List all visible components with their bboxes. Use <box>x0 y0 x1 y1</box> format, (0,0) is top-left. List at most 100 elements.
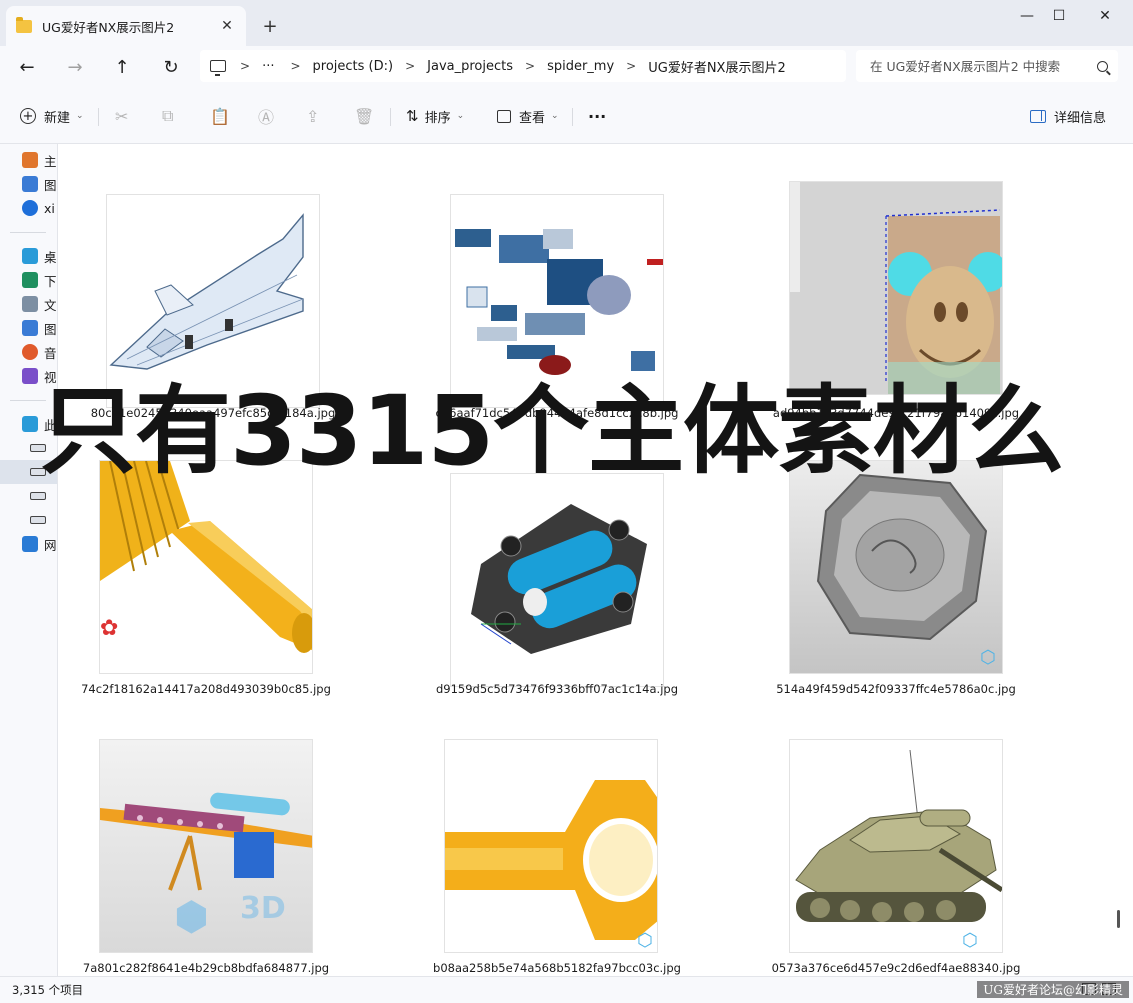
sidebar-item-label: 网 <box>44 537 57 553</box>
breadcrumb-separator: > <box>626 59 637 73</box>
breadcrumb-more[interactable]: ··· <box>262 59 274 74</box>
vertical-scrollbar[interactable] <box>1110 144 1133 976</box>
view-icon <box>497 109 511 123</box>
scrollbar-thumb[interactable] <box>1117 910 1120 928</box>
sidebar-item-label: 主 <box>44 153 57 169</box>
new-tab-button[interactable]: + <box>258 14 282 38</box>
delete-button[interactable]: 🗑 <box>354 102 374 130</box>
chevron-down-icon: ⌄ <box>76 111 84 121</box>
paste-button[interactable]: 📋 <box>210 102 230 130</box>
close-button[interactable]: ✕ <box>1082 0 1128 32</box>
copy-button[interactable]: ⧉ <box>162 102 173 130</box>
sort-icon: ⇅ <box>406 107 419 125</box>
sidebar-item-label: 图 <box>44 177 57 193</box>
sidebar-item-label: 桌 <box>44 249 57 265</box>
share-button[interactable]: ⇪ <box>306 102 319 130</box>
breadcrumb-item-current[interactable]: UG爱好者NX展示图片2 <box>648 57 786 76</box>
svg-text:⬢: ⬢ <box>174 894 209 940</box>
sidebar-item-home[interactable]: 主 <box>22 150 57 170</box>
file-name[interactable]: 74c2f18162a14417a208d493039b0c85.jpg <box>76 682 336 696</box>
breadcrumb-separator: > <box>405 59 416 73</box>
rename-button[interactable]: Ⓐ <box>258 102 274 130</box>
breadcrumb-separator: > <box>290 59 301 73</box>
maximize-button[interactable]: ☐ <box>1036 0 1082 32</box>
watermark-brand: 3D <box>240 891 286 926</box>
file-name[interactable]: 0573a376ce6d457e9c2d6edf4ae88340.jpg <box>766 961 1026 975</box>
address-row: ← → ↑ ↻ > ··· > projects (D:) > Java_pro… <box>0 46 1133 88</box>
svg-text:⬡: ⬡ <box>637 930 653 951</box>
new-label: 新建 <box>44 110 71 126</box>
sidebar-item-onedrive[interactable]: xi <box>22 198 55 218</box>
sidebar-item-label: 音 <box>44 345 57 361</box>
document-icon <box>22 296 38 312</box>
search-icon[interactable] <box>1097 60 1108 72</box>
file-thumbnail[interactable]: ✿ <box>99 460 313 674</box>
sidebar-item-pictures[interactable]: 图 <box>22 318 57 338</box>
breadcrumb-item[interactable]: projects (D:) <box>313 59 394 74</box>
cut-button[interactable]: ✂ <box>115 102 128 130</box>
sidebar-item-label: 文 <box>44 297 57 313</box>
this-pc-icon[interactable] <box>210 60 226 76</box>
file-grid: 80c41e02454340eaa497efc85cf8184a.jpg c06… <box>58 144 1110 976</box>
details-pane-button[interactable]: 详细信息 <box>1030 102 1106 130</box>
overlay-caption: 只有3315个主体素材么 <box>40 375 1064 487</box>
drive-icon[interactable] <box>30 516 46 524</box>
breadcrumb-item[interactable]: spider_my <box>547 59 614 74</box>
title-bar: UG爱好者NX展示图片2 ✕ + — ☐ ✕ <box>0 0 1133 46</box>
file-thumbnail[interactable]: ⬢ 3D <box>99 739 313 953</box>
wrench-image: ⬡ <box>445 780 657 951</box>
gear-shaft-image: ✿ <box>100 461 312 653</box>
file-thumbnail[interactable] <box>450 473 664 687</box>
navigation-pane: 主 图 xi 桌 下 文 图 音 视 此 网 <box>0 144 58 976</box>
address-bar[interactable]: > ··· > projects (D:) > Java_projects > … <box>200 50 846 82</box>
divider <box>572 108 573 126</box>
music-icon <box>22 344 38 360</box>
file-thumbnail[interactable]: ⬡ <box>789 460 1003 674</box>
sidebar-item-label: 图 <box>44 321 57 337</box>
new-button[interactable]: + 新建 ⌄ <box>20 102 84 130</box>
breadcrumb-item[interactable]: Java_projects <box>427 59 513 74</box>
more-options-button[interactable]: ··· <box>588 102 606 130</box>
file-name[interactable]: d9159d5c5d73476f9336bff07ac1c14a.jpg <box>427 682 687 696</box>
desktop-icon <box>22 248 38 264</box>
up-button[interactable]: ↑ <box>107 52 137 82</box>
breadcrumb-separator: > <box>525 59 536 73</box>
file-name[interactable]: b08aa258b5e74a568b5182fa97bcc03c.jpg <box>427 961 687 975</box>
file-name[interactable]: 514a49f459d542f09337ffc4e5786a0c.jpg <box>766 682 1026 696</box>
tab-close-button[interactable]: ✕ <box>218 17 236 35</box>
search-box[interactable] <box>856 50 1118 82</box>
file-thumbnail[interactable]: ⬡ <box>789 739 1003 953</box>
refresh-button[interactable]: ↻ <box>156 52 186 82</box>
sidebar-item-gallery[interactable]: 图 <box>22 174 57 194</box>
underwater-robot-image <box>471 504 647 654</box>
svg-text:⬡: ⬡ <box>962 930 978 951</box>
video-icon <box>22 368 38 384</box>
drive-icon[interactable] <box>30 492 46 500</box>
network-icon <box>22 536 38 552</box>
breadcrumb-separator: > <box>240 59 251 73</box>
download-icon <box>22 272 38 288</box>
tab-active[interactable]: UG爱好者NX展示图片2 ✕ <box>6 6 246 46</box>
forward-button[interactable]: → <box>60 52 90 82</box>
file-name[interactable]: 7a801c282f8641e4b29cb8bdfa684877.jpg <box>76 961 336 975</box>
watermark-text: UG爱好者论坛@幻影精灵 <box>977 981 1129 998</box>
divider <box>98 108 99 126</box>
mickey-mold-image <box>790 182 1002 394</box>
back-button[interactable]: ← <box>12 52 42 82</box>
sidebar-item-downloads[interactable]: 下 <box>22 270 57 290</box>
svg-text:⬡: ⬡ <box>980 647 996 668</box>
view-label: 查看 <box>519 110 546 126</box>
sidebar-item-music[interactable]: 音 <box>22 342 57 362</box>
sidebar-item-desktop[interactable]: 桌 <box>22 246 57 266</box>
gallery-icon <box>22 176 38 192</box>
command-bar: + 新建 ⌄ ✂ ⧉ 📋 Ⓐ ⇪ 🗑 ⇅ 排序 ⌄ 查看 ⌄ ··· 详细信息 <box>0 88 1133 144</box>
sidebar-item-documents[interactable]: 文 <box>22 294 57 314</box>
sort-button[interactable]: ⇅ 排序 ⌄ <box>406 102 464 130</box>
file-thumbnail[interactable]: ⬡ <box>444 739 658 953</box>
tab-title: UG爱好者NX展示图片2 <box>42 19 175 35</box>
view-button[interactable]: 查看 ⌄ <box>497 102 559 130</box>
ashtray-image: ⬡ <box>816 473 996 668</box>
search-input[interactable] <box>870 58 1097 74</box>
file-thumbnail[interactable] <box>789 181 1003 395</box>
sidebar-item-network[interactable]: 网 <box>22 534 57 554</box>
